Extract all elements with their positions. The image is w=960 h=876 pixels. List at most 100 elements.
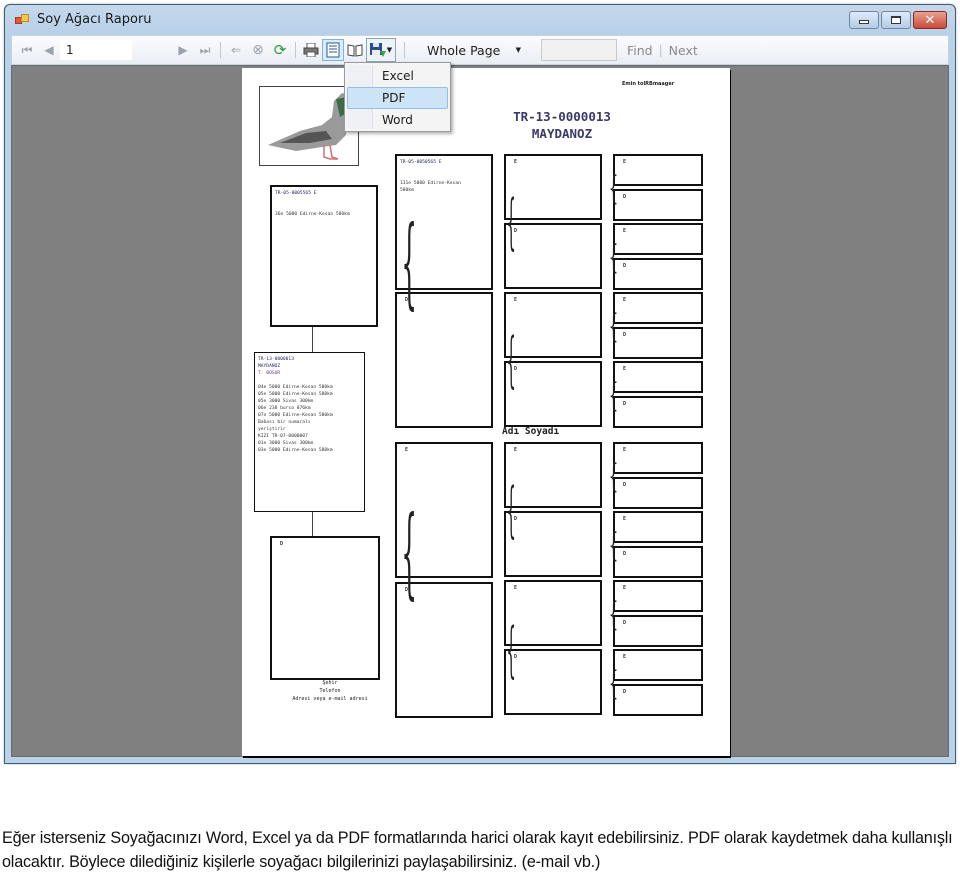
ancestor-sire-box: E bbox=[613, 442, 703, 474]
toolbar-separator bbox=[220, 42, 221, 58]
ancestor-sire-box: E bbox=[613, 361, 703, 393]
bracket-connector: { bbox=[608, 237, 619, 276]
prev-page-icon: ◀ bbox=[44, 43, 54, 57]
report-viewer-window: Soy Ağacı Raporu ✕ ⏮ ◀ 1 ▶ ⏭ ⇐ ⊗ ⟳ ▼ Who… bbox=[4, 4, 956, 764]
toolbar-separator bbox=[295, 42, 296, 58]
find-next-link[interactable]: Next bbox=[669, 43, 698, 58]
chevron-down-icon: ▼ bbox=[386, 46, 393, 54]
ancestor-sire-box: E bbox=[504, 580, 602, 646]
ancestor-dam-box: D bbox=[613, 257, 703, 290]
print-layout-icon bbox=[326, 42, 340, 58]
bracket-connector: { bbox=[608, 168, 619, 207]
export-excel-item[interactable]: Excel bbox=[347, 65, 448, 87]
zoom-select[interactable]: Whole Page ▼ bbox=[417, 39, 527, 61]
dam-label: D bbox=[280, 541, 284, 547]
close-button[interactable]: ✕ bbox=[913, 11, 947, 29]
gender-label: E bbox=[623, 585, 627, 591]
next-page-button[interactable]: ▶ bbox=[172, 39, 194, 61]
ancestor-sire-box: E bbox=[613, 649, 703, 681]
ancestor-sire-box: E bbox=[504, 292, 602, 358]
subject-line: 05e 3000 Sivas 300km bbox=[258, 399, 314, 404]
stop-button[interactable]: ⊗ bbox=[247, 39, 269, 61]
ancestor-dam-box: D bbox=[504, 511, 602, 577]
bracket-connector: { bbox=[401, 496, 417, 610]
report-viewer-area[interactable]: Emin tolRBmaager TR-13-0000013 MAYDANOZ … bbox=[11, 65, 949, 757]
refresh-button[interactable]: ⟳ bbox=[269, 39, 291, 61]
report-toolbar: ⏮ ◀ 1 ▶ ⏭ ⇐ ⊗ ⟳ ▼ Whole Page ▼ Find | Ne… bbox=[11, 35, 949, 65]
gender-label: E bbox=[514, 447, 518, 453]
page-setup-icon bbox=[347, 44, 363, 57]
bracket-connector: { bbox=[608, 594, 619, 633]
app-icon bbox=[15, 14, 29, 26]
last-page-button[interactable]: ⏭ bbox=[194, 39, 216, 61]
ancestor-ring: TR-05-0050565 E bbox=[400, 160, 442, 165]
ancestor-sire-box: E bbox=[613, 154, 703, 186]
find-input[interactable] bbox=[541, 39, 617, 61]
bracket-connector: { bbox=[608, 456, 619, 495]
owner-name-caption: Adı Soyadı bbox=[502, 426, 560, 437]
print-layout-button[interactable] bbox=[322, 39, 344, 61]
export-pdf-item[interactable]: PDF bbox=[347, 87, 448, 109]
gender-label: E bbox=[405, 447, 409, 453]
prev-page-button[interactable]: ◀ bbox=[38, 39, 60, 61]
subject-line: TR-13-0000013 bbox=[258, 357, 294, 362]
bracket-connector: { bbox=[608, 525, 619, 564]
gender-label: D bbox=[623, 550, 627, 557]
connector-line bbox=[312, 327, 313, 353]
contact-phone: Telefon bbox=[319, 688, 341, 694]
ancestor-sire-box: E bbox=[504, 154, 602, 220]
subject-line: 07e 5000 Edirne-Kesan 580km bbox=[258, 413, 333, 418]
page-number-input[interactable]: 1 bbox=[60, 40, 132, 60]
subject-line: 05e 5000 Edirne-Kesan 580km bbox=[258, 392, 333, 397]
bracket-connector: { bbox=[608, 663, 619, 702]
ancestor-race: 580km bbox=[400, 188, 414, 193]
ring-number: TR-13-0000013 bbox=[513, 109, 611, 124]
bracket-connector: { bbox=[401, 206, 417, 320]
bracket-connector: { bbox=[506, 615, 516, 685]
gender-label: D bbox=[514, 366, 518, 372]
ancestor-dam-box: D bbox=[613, 683, 703, 716]
export-word-item[interactable]: Word bbox=[347, 109, 448, 131]
connector-line bbox=[312, 512, 313, 537]
gender-label: D bbox=[623, 619, 627, 626]
ancestor-dam-box: D bbox=[613, 545, 703, 578]
print-icon bbox=[303, 43, 319, 57]
minimize-button[interactable] bbox=[849, 11, 879, 29]
back-button[interactable]: ⇐ bbox=[225, 39, 247, 61]
export-menu: Excel PDF Word bbox=[344, 62, 451, 132]
subject-line: 06e 230 bursa 876km bbox=[258, 406, 311, 411]
find-separator: | bbox=[658, 43, 663, 57]
title-bar[interactable]: Soy Ağacı Raporu ✕ bbox=[5, 5, 955, 35]
first-page-button[interactable]: ⏮ bbox=[16, 39, 38, 61]
ancestor-sire-box: E bbox=[613, 223, 703, 255]
author-label: Emin tolRBmaager bbox=[622, 81, 675, 87]
bracket-connector: { bbox=[506, 475, 516, 545]
ancestor-sire-box: E bbox=[613, 580, 703, 612]
print-button[interactable] bbox=[300, 39, 322, 61]
ancestor-dam-box: D bbox=[504, 223, 602, 289]
gender-label: D bbox=[514, 654, 518, 660]
export-dropdown-button[interactable]: ▼ bbox=[366, 38, 396, 62]
back-icon: ⇐ bbox=[230, 43, 242, 57]
contact-address: Adresi veya e-mail adresi bbox=[292, 696, 368, 702]
ancestor-dam-box: D bbox=[613, 188, 703, 221]
gender-label: D bbox=[623, 262, 627, 269]
maximize-button[interactable] bbox=[881, 11, 911, 29]
find-link[interactable]: Find bbox=[627, 43, 653, 58]
bracket-connector: { bbox=[608, 375, 619, 414]
bracket-connector: { bbox=[506, 325, 516, 395]
sire-ring: TR-05-0005565 E bbox=[275, 191, 317, 196]
gender-label: D bbox=[514, 516, 518, 522]
last-page-icon: ⏭ bbox=[199, 42, 211, 57]
ancestor-dam-box: D bbox=[613, 395, 703, 428]
gender-label: E bbox=[623, 228, 627, 234]
gender-label: E bbox=[623, 159, 627, 165]
stop-icon: ⊗ bbox=[252, 42, 264, 58]
gender-label: E bbox=[623, 516, 627, 522]
instruction-caption: Eğer isterseniz Soyağacınızı Word, Excel… bbox=[2, 829, 953, 871]
page-setup-button[interactable] bbox=[344, 39, 366, 61]
save-export-icon bbox=[369, 42, 386, 57]
ancestor-dam-box: D bbox=[613, 326, 703, 359]
subject-box: TR-13-0000013 MAYDANOZ T. BOSUR 04e 5000 E… bbox=[254, 352, 365, 512]
sire-box: TR-05-0005565 E 36e 5000 Edirne-Kesan 58… bbox=[270, 185, 378, 327]
